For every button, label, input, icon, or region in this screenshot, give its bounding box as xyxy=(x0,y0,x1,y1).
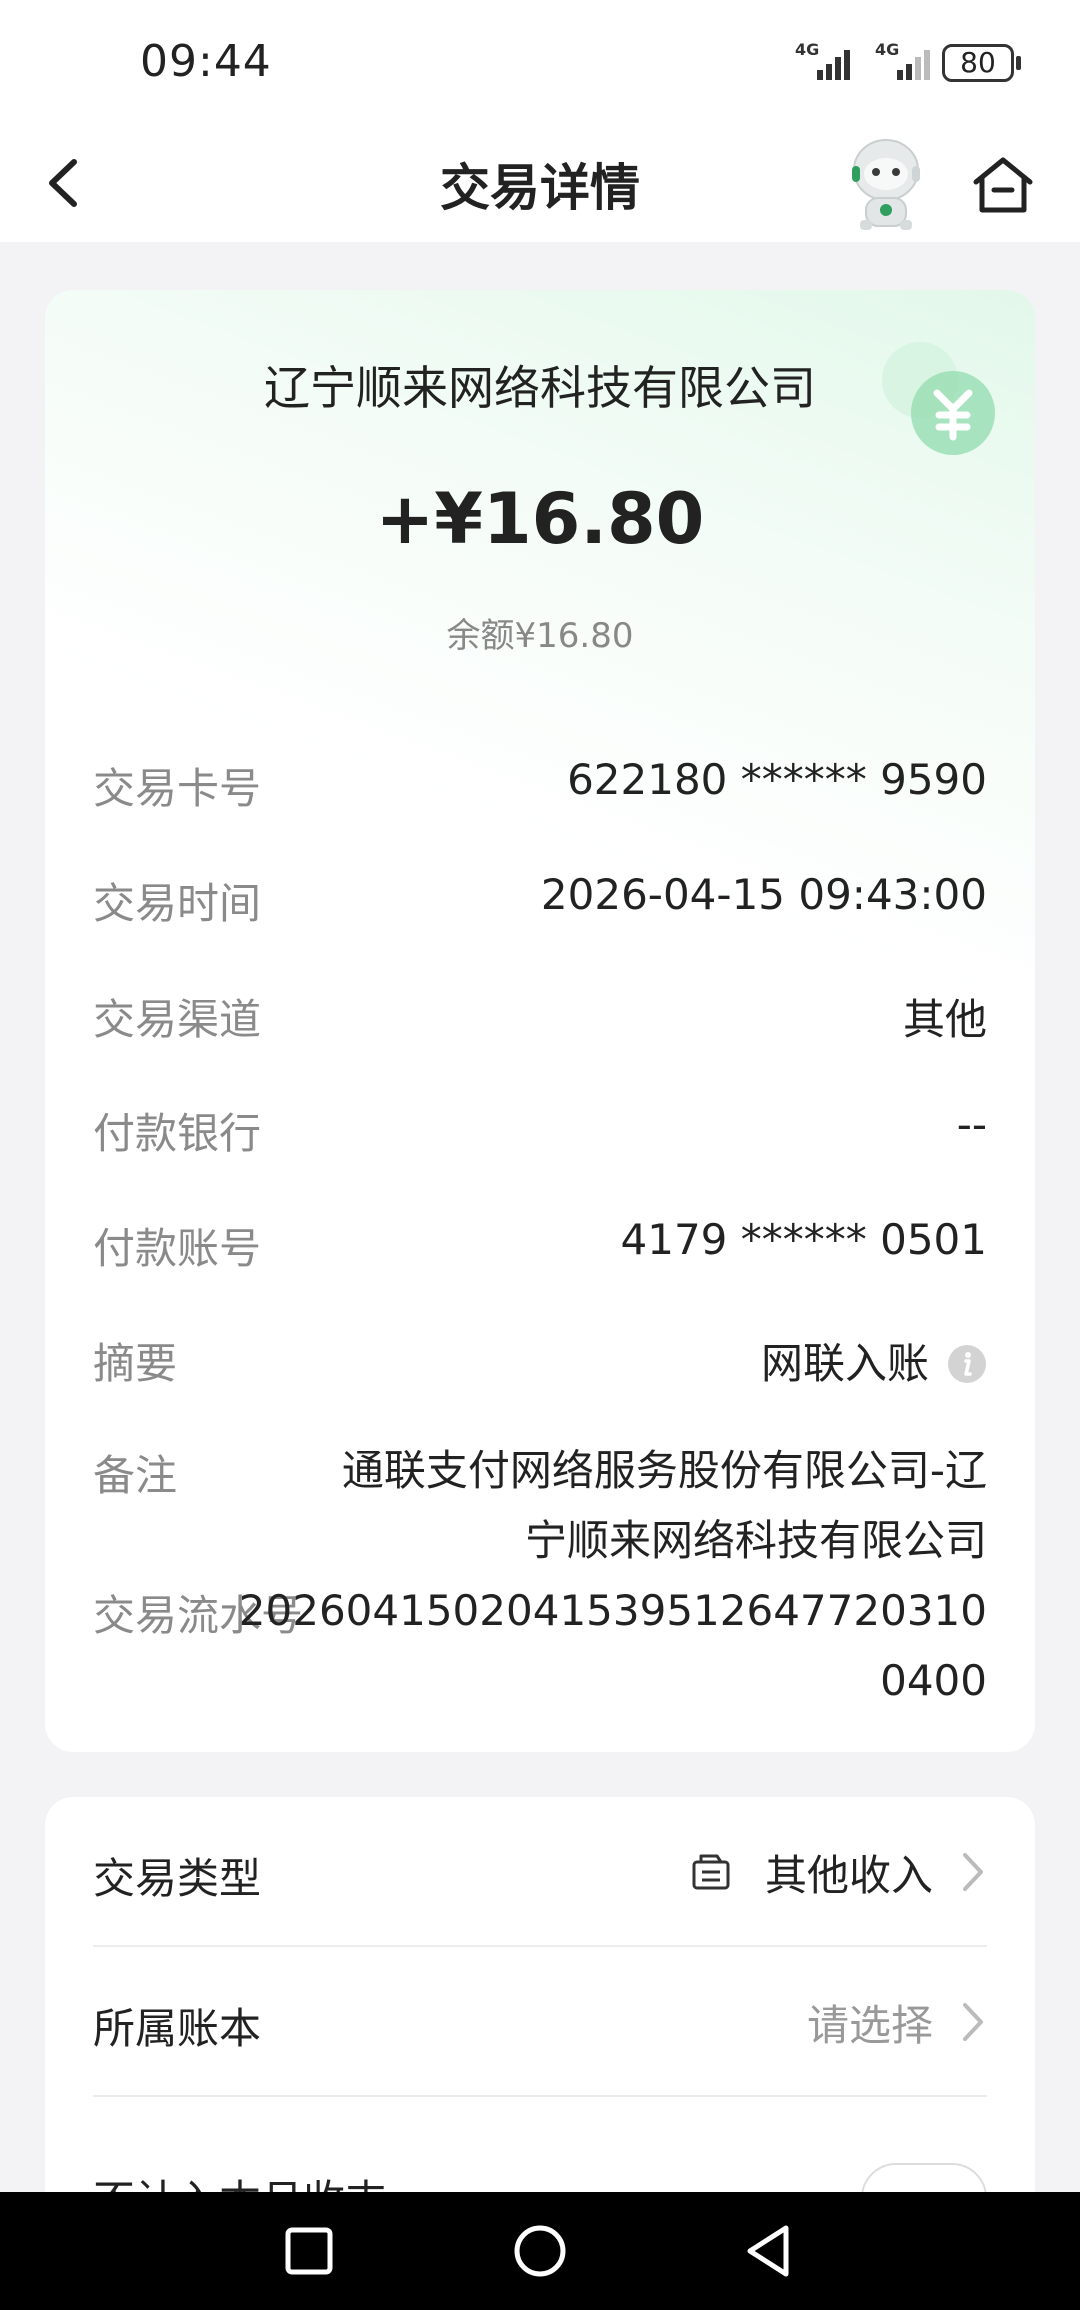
chevron-right-icon xyxy=(963,1853,983,1891)
status-bar: 09:44 4G 4G 80 xyxy=(0,0,1080,130)
account-book-value: 请选择 xyxy=(806,2000,933,2050)
detail-value: 通联支付网络服务股份有限公司-辽 宁顺来网络科技有限公司 xyxy=(342,1436,987,1576)
detail-value: 2026-04-15 09:43:00 xyxy=(540,870,987,919)
network-type-label: 4G xyxy=(795,40,820,59)
summary-text: 网联入账 xyxy=(760,1339,929,1388)
signal-icon: 4G xyxy=(795,40,859,88)
recent-apps-icon[interactable] xyxy=(276,2218,342,2284)
remark-line: 通联支付网络服务股份有限公司-辽 xyxy=(341,1446,987,1495)
category-card: 交易类型 其他收入 所属账本 请选择 不计入本月收支 xyxy=(45,1797,1035,2237)
category-icon xyxy=(692,1854,730,1890)
detail-row-serial-number: 交易流水号 2026041502041539512647720310 0400 xyxy=(93,1582,987,1722)
transaction-type-value: 其他收入 xyxy=(764,1850,933,1900)
status-time: 09:44 xyxy=(140,36,272,87)
account-book-label: 所属账本 xyxy=(93,2004,262,2053)
detail-value: -- xyxy=(956,1100,987,1149)
detail-row-remark: 备注 通联支付网络服务股份有限公司-辽 宁顺来网络科技有限公司 xyxy=(93,1442,987,1582)
robot-assistant-icon[interactable] xyxy=(838,130,934,234)
account-book-row[interactable]: 所属账本 请选择 xyxy=(93,1947,987,2097)
transaction-type-selector[interactable]: 其他收入 xyxy=(691,1845,987,1900)
detail-label: 交易时间 xyxy=(93,879,262,928)
transaction-card: 辽宁顺来网络科技有限公司 +¥16.80 余额¥16.80 交易卡号 62218… xyxy=(45,290,1035,1752)
detail-value: 622180 ****** 9590 xyxy=(567,755,987,804)
network-type-label: 4G xyxy=(875,40,900,59)
remark-line: 宁顺来网络科技有限公司 xyxy=(524,1516,987,1565)
home-circle-icon[interactable] xyxy=(507,2218,573,2284)
transaction-type-row[interactable]: 交易类型 其他收入 xyxy=(93,1797,987,1947)
detail-label: 备注 xyxy=(93,1451,178,1500)
detail-value: 网联入账 xyxy=(761,1330,987,1391)
serial-line: 0400 xyxy=(880,1656,987,1705)
transaction-type-label: 交易类型 xyxy=(93,1854,262,1903)
detail-label: 交易渠道 xyxy=(93,995,262,1044)
balance-text: 余额¥16.80 xyxy=(446,616,634,656)
transaction-amount: +¥16.80 xyxy=(375,478,705,560)
serial-line: 2026041502041539512647720310 xyxy=(238,1586,987,1635)
system-nav-bar xyxy=(0,2192,1080,2310)
detail-label: 摘要 xyxy=(93,1339,178,1388)
home-icon[interactable] xyxy=(970,152,1036,218)
battery-icon: 80 xyxy=(942,44,1014,82)
chevron-right-icon xyxy=(963,2003,983,2041)
counterparty-name: 辽宁顺来网络科技有限公司 xyxy=(264,361,816,415)
back-triangle-icon[interactable] xyxy=(736,2218,802,2284)
detail-value: 其他 xyxy=(902,995,987,1044)
battery-cap xyxy=(1016,56,1021,70)
detail-label: 付款银行 xyxy=(93,1109,262,1158)
info-icon[interactable] xyxy=(947,1344,987,1384)
detail-value: 2026041502041539512647720310 0400 xyxy=(239,1576,987,1716)
detail-label: 交易卡号 xyxy=(93,764,262,813)
detail-value: 4179 ****** 0501 xyxy=(620,1215,987,1264)
signal-icon: 4G xyxy=(875,40,939,88)
nav-bar: 交易详情 xyxy=(0,130,1080,242)
account-book-selector[interactable]: 请选择 xyxy=(807,1995,987,2050)
detail-label: 付款账号 xyxy=(93,1224,262,1273)
